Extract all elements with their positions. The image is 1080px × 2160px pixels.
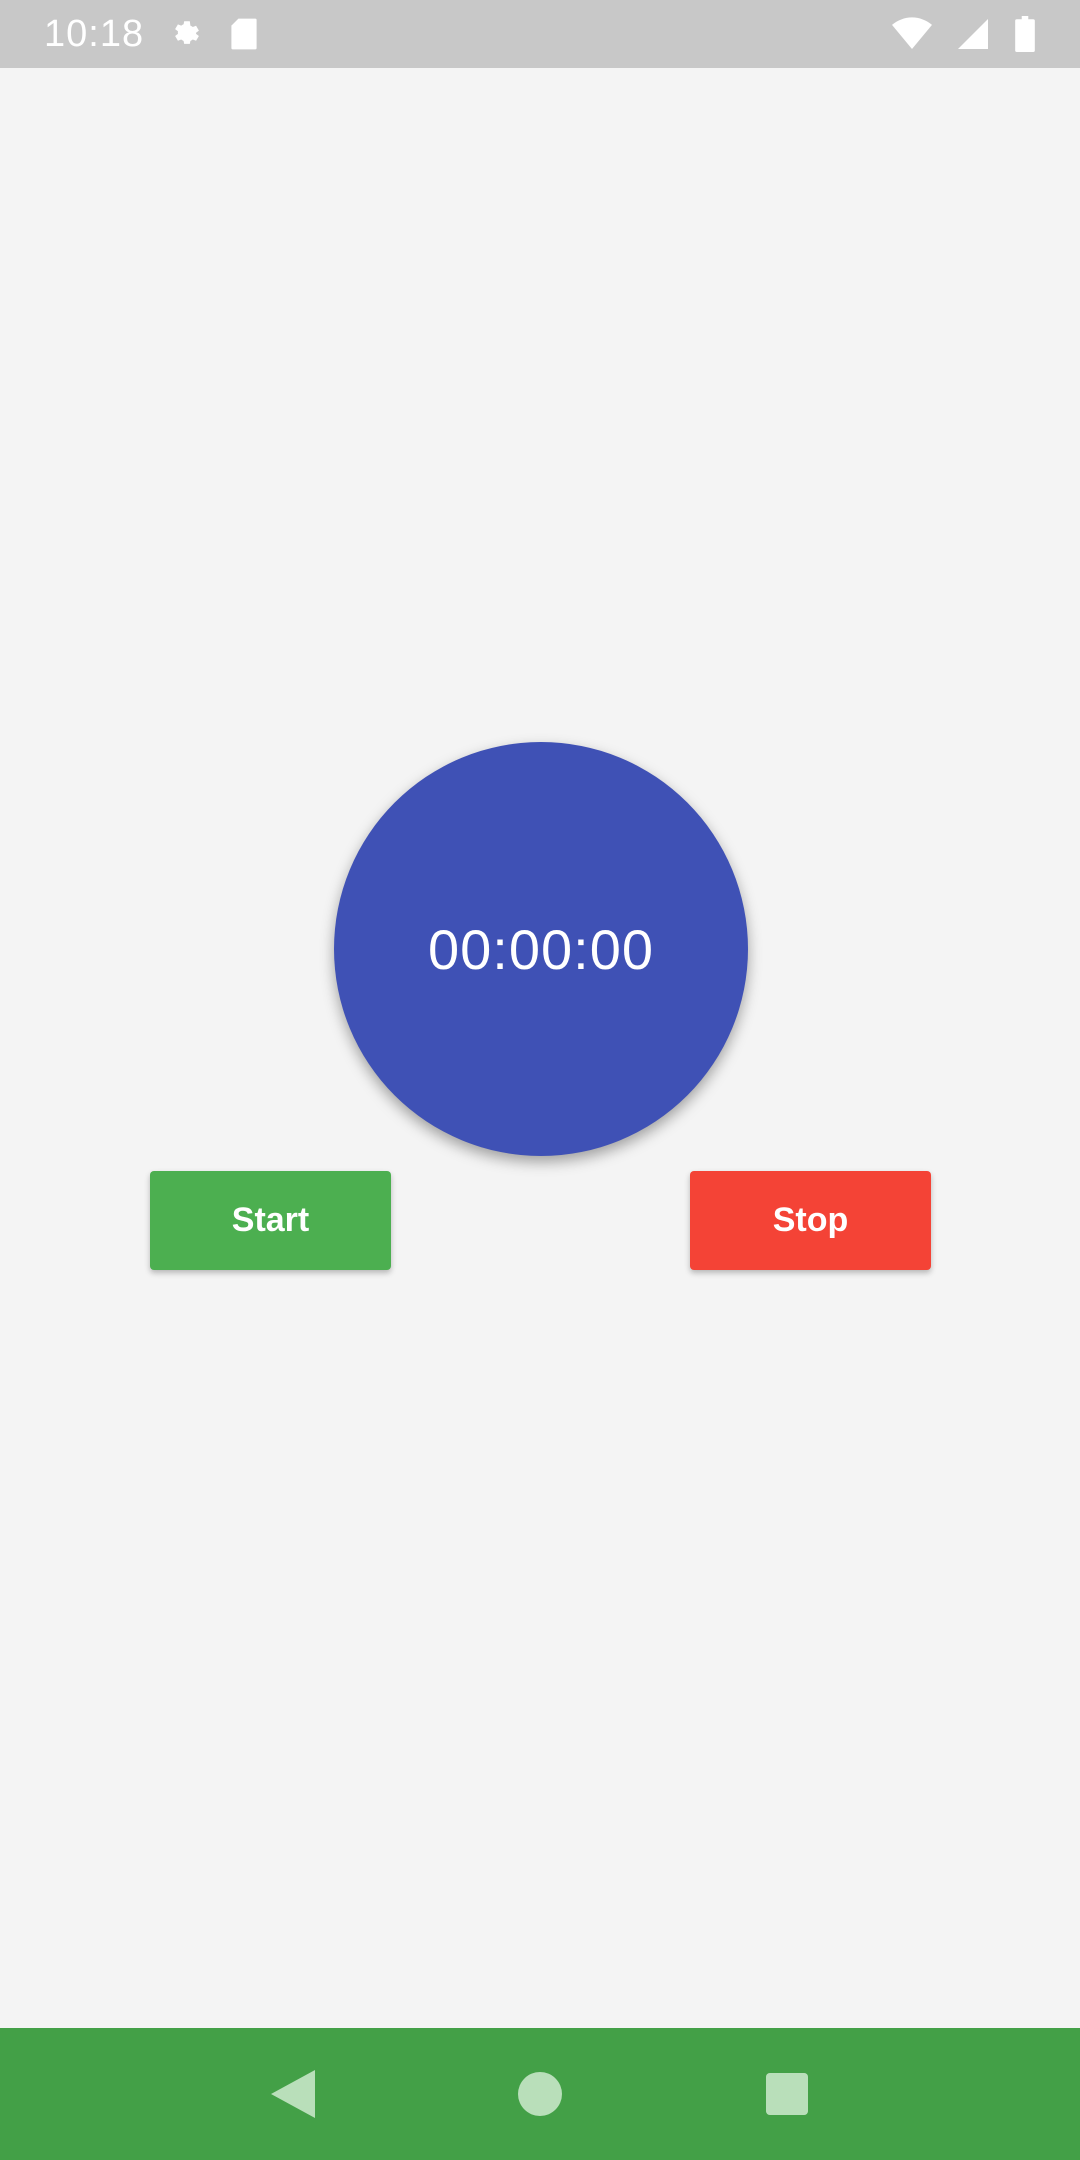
timer-circle: 00:00:00: [334, 742, 748, 1156]
status-time: 10:18: [44, 12, 145, 55]
status-left: 10:18: [44, 13, 258, 56]
status-bar: 10:18: [0, 0, 1080, 68]
back-icon[interactable]: [248, 2049, 338, 2139]
sd-card-icon: [230, 17, 258, 51]
status-right: [892, 16, 1036, 52]
home-icon[interactable]: [495, 2049, 585, 2139]
recents-icon[interactable]: [742, 2049, 832, 2139]
signal-icon: [958, 17, 988, 51]
start-button[interactable]: Start: [150, 1171, 391, 1270]
wifi-icon: [892, 17, 932, 51]
timer-display: 00:00:00: [428, 917, 654, 981]
navigation-bar: [0, 2028, 1080, 2160]
stop-button[interactable]: Stop: [690, 1171, 931, 1270]
settings-icon: [170, 17, 204, 51]
app-screen: 10:18 00:00:00 Start Stop: [0, 0, 1080, 2160]
battery-icon: [1014, 16, 1036, 52]
